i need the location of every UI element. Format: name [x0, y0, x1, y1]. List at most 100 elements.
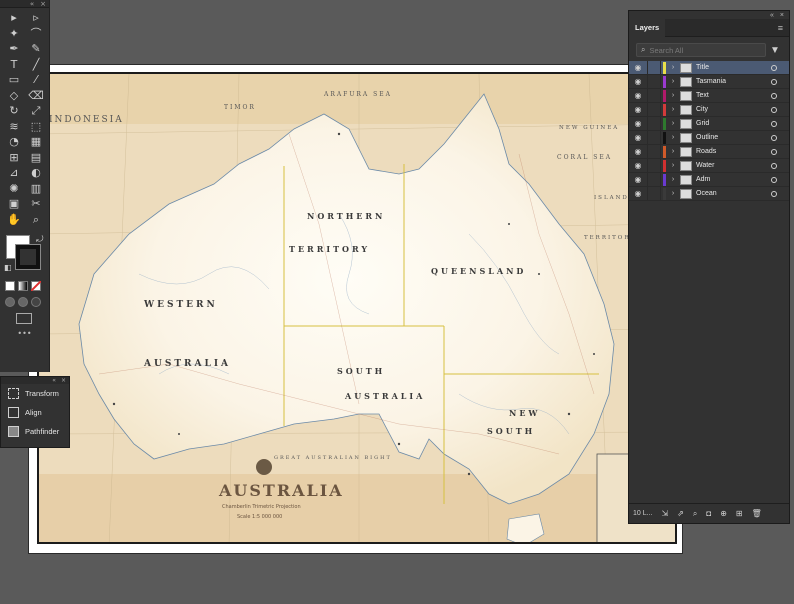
stroke-swatch[interactable] [15, 244, 41, 270]
lasso-tool-icon[interactable]: ⌒ [25, 26, 47, 42]
swap-fill-stroke-icon[interactable]: ⤾ [36, 235, 44, 245]
close-icon[interactable]: × [61, 377, 66, 384]
selection-tool-icon[interactable]: ▸ [3, 10, 25, 26]
eraser-tool-icon[interactable]: ⌫ [25, 88, 47, 104]
pen-tool-icon[interactable]: ✒ [3, 41, 25, 57]
collect-export-icon[interactable]: ⇲ [661, 509, 668, 518]
shaper-tool-icon[interactable]: ◇ [3, 88, 25, 104]
layer-target-icon[interactable] [771, 78, 777, 85]
close-icon[interactable]: × [40, 0, 46, 8]
layer-target-icon[interactable] [771, 176, 777, 183]
eye-icon[interactable]: ◉ [629, 189, 647, 198]
blend-tool-icon[interactable]: ◐ [25, 165, 47, 181]
eye-icon[interactable]: ◉ [629, 105, 647, 114]
perspective-grid-tool-icon[interactable]: ▦ [25, 134, 47, 150]
delete-layer-icon[interactable]: 🗑 [752, 509, 762, 518]
collapse-icon[interactable]: « [30, 0, 34, 8]
chevron-right-icon[interactable]: › [666, 106, 680, 113]
layer-target-icon[interactable] [771, 134, 777, 141]
symbol-sprayer-tool-icon[interactable]: ✺ [3, 181, 25, 197]
layer-row[interactable]: ◉ › Text [629, 88, 789, 103]
direct-selection-tool-icon[interactable]: ▹ [25, 10, 47, 26]
map-artwork[interactable]: WESTERN AUSTRALIA NORTHERN TERRITORY QUE… [37, 72, 677, 544]
layer-row[interactable]: ◉ › Ocean [629, 186, 789, 201]
chevron-right-icon[interactable]: › [666, 78, 680, 85]
lock-toggle[interactable] [647, 144, 661, 159]
draw-inside-icon[interactable] [31, 297, 41, 307]
lock-toggle[interactable] [647, 130, 661, 145]
hand-tool-icon[interactable]: ✋ [3, 212, 25, 228]
layer-target-icon[interactable] [771, 190, 777, 197]
zoom-tool-icon[interactable]: ⌕ [25, 212, 47, 228]
layer-target-icon[interactable] [771, 106, 777, 113]
chevron-right-icon[interactable]: › [666, 148, 680, 155]
default-colors-icon[interactable]: ◧ [4, 263, 12, 272]
export-icon[interactable]: ⇗ [677, 509, 684, 518]
eye-icon[interactable]: ◉ [629, 147, 647, 156]
edit-toolbar-icon[interactable]: ••• [0, 329, 49, 338]
float-panel-grip[interactable]: « × [1, 377, 69, 384]
mesh-tool-icon[interactable]: ⊞ [3, 150, 25, 166]
layer-row[interactable]: ◉ › Water [629, 158, 789, 173]
layer-target-icon[interactable] [771, 162, 777, 169]
align-panel-item[interactable]: Align [1, 403, 69, 422]
layer-target-icon[interactable] [771, 64, 777, 71]
layer-target-icon[interactable] [771, 92, 777, 99]
layer-row[interactable]: ◉ › Outline [629, 130, 789, 145]
layer-target-icon[interactable] [771, 148, 777, 155]
artboard-tool-icon[interactable]: ▣ [3, 196, 25, 212]
lock-toggle[interactable] [647, 116, 661, 131]
magic-wand-tool-icon[interactable]: ✦ [3, 26, 25, 42]
layers-search-input[interactable] [649, 45, 760, 55]
chevron-right-icon[interactable]: › [666, 92, 680, 99]
eyedropper-tool-icon[interactable]: ⊿ [3, 165, 25, 181]
curvature-tool-icon[interactable]: ✎ [25, 41, 47, 57]
eye-icon[interactable]: ◉ [629, 175, 647, 184]
lock-toggle[interactable] [647, 158, 661, 173]
gradient-mode-button[interactable] [18, 281, 28, 291]
paintbrush-tool-icon[interactable]: ⁄ [25, 72, 47, 88]
layer-row[interactable]: ◉ › Roads [629, 144, 789, 159]
layer-row[interactable]: ◉ › Adm [629, 172, 789, 187]
chevron-right-icon[interactable]: › [666, 134, 680, 141]
layer-row[interactable]: ◉ › Tasmania [629, 74, 789, 89]
lock-toggle[interactable] [647, 88, 661, 103]
eye-icon[interactable]: ◉ [629, 91, 647, 100]
layer-row[interactable]: ◉ › City [629, 102, 789, 117]
rectangle-tool-icon[interactable]: ▭ [3, 72, 25, 88]
lock-toggle[interactable] [647, 74, 661, 89]
chevron-right-icon[interactable]: › [666, 120, 680, 127]
eye-icon[interactable]: ◉ [629, 77, 647, 86]
new-sublayer-icon[interactable]: ⊕ [720, 509, 727, 518]
lock-toggle[interactable] [647, 102, 661, 117]
tab-layers[interactable]: Layers [629, 18, 666, 37]
chevron-right-icon[interactable]: › [666, 64, 680, 71]
column-graph-tool-icon[interactable]: ▥ [25, 181, 47, 197]
color-mode-button[interactable] [5, 281, 15, 291]
locate-object-icon[interactable]: ⌕ [693, 509, 697, 519]
lock-toggle[interactable] [647, 186, 661, 201]
eye-icon[interactable]: ◉ [629, 119, 647, 128]
free-transform-tool-icon[interactable]: ⬚ [25, 119, 47, 135]
collapse-icon[interactable]: « [52, 377, 56, 384]
scale-tool-icon[interactable]: ⤢ [25, 103, 47, 119]
chevron-right-icon[interactable]: › [666, 190, 680, 197]
lock-toggle[interactable] [647, 60, 661, 75]
chevron-right-icon[interactable]: › [666, 176, 680, 183]
close-icon[interactable]: × [780, 12, 784, 19]
slice-tool-icon[interactable]: ✂ [25, 196, 47, 212]
draw-behind-icon[interactable] [18, 297, 28, 307]
width-tool-icon[interactable]: ≋ [3, 119, 25, 135]
transform-panel-item[interactable]: Transform [1, 384, 69, 403]
tools-panel-grip[interactable]: « × [0, 0, 49, 8]
collapse-icon[interactable]: « [770, 12, 774, 19]
none-mode-button[interactable] [31, 281, 41, 291]
clipping-mask-icon[interactable]: ◘ [706, 509, 711, 518]
rotate-tool-icon[interactable]: ↻ [3, 103, 25, 119]
pathfinder-panel-item[interactable]: Pathfinder [1, 422, 69, 441]
panel-menu-icon[interactable]: ≡ [778, 23, 783, 33]
layer-row[interactable]: ◉ › Title [629, 60, 789, 75]
screen-mode-icon[interactable] [16, 313, 32, 324]
gradient-tool-icon[interactable]: ▤ [25, 150, 47, 166]
layer-target-icon[interactable] [771, 120, 777, 127]
